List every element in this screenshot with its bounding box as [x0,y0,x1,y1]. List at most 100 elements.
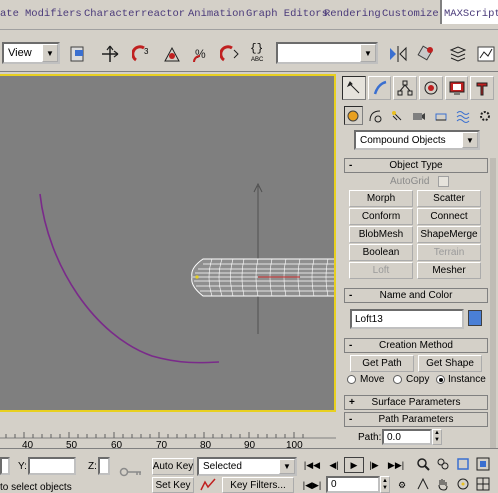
align-icon[interactable] [414,42,438,66]
path-value-field[interactable]: 0.0 [382,429,432,445]
previous-frame-icon[interactable]: ◀| [324,457,344,473]
blobmesh-button[interactable]: BlobMesh [349,226,413,243]
get-shape-button[interactable]: Get Shape [418,355,482,372]
y-coordinate-field[interactable] [28,457,76,475]
path-spinner[interactable]: ▲ ▼ [432,429,442,445]
spinner-snap-icon[interactable] [218,42,242,66]
reference-coordinate-value: View [8,47,32,59]
loft-button[interactable]: Loft [349,262,413,279]
reference-coordinate-dropdown[interactable]: View ▼ [2,42,60,64]
instance-radio[interactable] [436,375,445,384]
current-frame-field[interactable]: 0 [326,476,380,493]
hierarchy-tab[interactable] [393,76,418,100]
connect-button[interactable]: Connect [417,208,481,225]
snaps-toggle-icon[interactable]: 3 [130,42,154,66]
pivot-center-icon[interactable] [66,42,90,66]
menu-item-customize[interactable]: Customize [382,8,439,20]
menu-item-graph-editors[interactable]: Graph Editors [246,8,328,20]
menu-item-rendering[interactable]: Rendering [324,8,381,20]
cameras-icon[interactable] [410,106,429,125]
loft-mesh[interactable] [191,258,334,297]
path-parameters-rollout-header[interactable]: - Path Parameters [344,412,488,427]
category-dropdown[interactable]: Compound Objects ▼ [354,130,480,150]
menu-item-modifiers[interactable]: Modifiers [25,8,82,20]
terrain-button[interactable]: Terrain [417,244,481,261]
menu-item-reactor[interactable]: reactor [141,8,185,20]
menu-item-maxscript[interactable]: MAXScript [444,8,498,20]
menu-item-animation[interactable]: Animation [188,8,245,20]
curve-editor-icon[interactable] [474,42,498,66]
zoom-extents-icon[interactable] [454,455,472,473]
layer-manager-icon[interactable] [446,42,470,66]
pan-icon[interactable] [434,475,452,493]
viewport-canvas [39,182,334,364]
copy-radio[interactable] [393,375,402,384]
surface-parameters-rollout-header[interactable]: + Surface Parameters [344,395,488,410]
auto-key-button[interactable]: Auto Key [152,458,194,475]
zoom-extents-all-icon[interactable] [474,455,492,473]
surface-parameters-title: Surface Parameters [371,397,461,408]
named-selection-icon[interactable]: {} ABC [248,40,272,64]
set-key-toggle-icon[interactable] [198,477,218,493]
arc-rotate-icon[interactable] [454,475,472,493]
status-bar: Y: Z: Auto Key Set Key Selected ▼ Key Fi… [0,448,498,493]
get-path-button[interactable]: Get Path [350,355,414,372]
motion-tab[interactable] [419,76,443,100]
creation-method-rollout-header[interactable]: - Creation Method [344,338,488,353]
go-to-end-icon[interactable]: ▶▶| [386,457,406,473]
named-selection-sets-dropdown[interactable]: ▼ [276,42,378,64]
key-mode-dropdown[interactable]: Selected ▼ [197,457,297,476]
geometry-icon[interactable] [344,106,363,125]
morph-button[interactable]: Morph [349,190,413,207]
path-parameters-title: Path Parameters [378,414,454,425]
move-radio[interactable] [347,375,356,384]
display-tab[interactable] [444,76,469,100]
svg-text:%: % [195,47,206,61]
frame-spinner[interactable]: ▲ ▼ [380,476,390,493]
boolean-button[interactable]: Boolean [349,244,413,261]
go-to-start-icon[interactable]: |◀◀ [302,457,322,473]
object-type-rollout-header[interactable]: - Object Type [344,158,488,173]
zoom-icon[interactable] [414,455,432,473]
time-configuration-icon[interactable]: ⚙ [392,477,412,493]
timeline[interactable]: 40 50 60 70 80 90 100 [0,414,336,451]
lights-icon[interactable] [388,106,407,125]
zoom-all-icon[interactable] [434,455,452,473]
maximize-viewport-icon[interactable] [474,475,492,493]
viewport-perspective[interactable] [0,74,336,412]
menu-item-create[interactable]: ate [0,8,19,20]
svg-text:3: 3 [144,47,149,56]
chevron-down-icon: ▼ [360,44,376,62]
shapes-icon[interactable] [366,106,385,125]
scatter-button[interactable]: Scatter [417,190,481,207]
mesher-button[interactable]: Mesher [417,262,481,279]
conform-button[interactable]: Conform [349,208,413,225]
key-mode-toggle-icon[interactable]: |◀▶| [302,477,322,493]
percent-snap-icon[interactable]: % [190,42,214,66]
systems-icon[interactable] [475,106,494,125]
mirror-icon[interactable] [386,42,410,66]
space-warps-icon[interactable] [453,106,472,125]
object-color-swatch[interactable] [468,310,482,326]
key-icon[interactable] [118,463,144,481]
modify-tab[interactable] [367,76,392,100]
key-filters-button[interactable]: Key Filters... [222,477,294,493]
menu-item-character[interactable]: Character [84,8,141,20]
utilities-tab[interactable] [470,76,495,100]
rollout-toggle: + [349,397,355,408]
field-of-view-icon[interactable] [414,475,432,493]
angle-snap-icon[interactable] [160,42,184,66]
command-panel-scrollbar[interactable] [490,158,496,448]
name-and-color-rollout-header[interactable]: - Name and Color [344,288,488,303]
set-key-button[interactable]: Set Key [152,477,194,493]
select-and-move-icon[interactable] [98,42,122,66]
next-frame-icon[interactable]: |▶ [364,457,384,473]
x-coordinate-field[interactable] [0,457,10,475]
object-name-field[interactable]: Loft13 [350,309,464,329]
create-tab[interactable] [342,76,366,100]
helpers-icon[interactable] [431,106,450,125]
shapemerge-button[interactable]: ShapeMerge [417,226,481,243]
autogrid-checkbox[interactable] [438,176,449,187]
play-icon[interactable]: ▶ [344,457,364,473]
z-coordinate-field[interactable] [98,457,110,475]
